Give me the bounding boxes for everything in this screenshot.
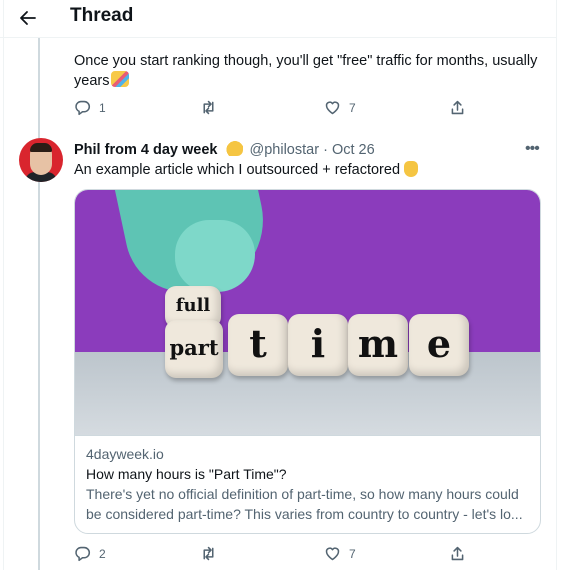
die-e: e (409, 314, 469, 376)
reply-count: 2 (99, 546, 106, 561)
thread-view: Thread Once you start ranking though, yo… (0, 0, 570, 570)
card-domain: 4dayweek.io (86, 446, 164, 462)
party-face-emoji-icon (111, 71, 130, 87)
card-description-line1: There's yet no official definition of pa… (86, 486, 519, 502)
author-name[interactable]: Phil from 4 day week (74, 142, 217, 158)
tweet-body: An example article which I outsourced + … (74, 162, 401, 178)
more-options-button[interactable]: ••• (525, 140, 540, 158)
tweet-header: Phil from 4 day week @philostar · Oct 26 (74, 140, 375, 158)
die-m: m (348, 314, 408, 376)
tweet-actions: 1 7 (74, 99, 469, 121)
card-meta: 4dayweek.io How many hours is "Part Time… (75, 435, 540, 533)
reply-button[interactable]: 2 (74, 545, 106, 562)
column-border-left (3, 0, 4, 570)
page-title: Thread (70, 5, 134, 26)
arrow-left-icon (20, 11, 36, 25)
avatar[interactable] (19, 138, 63, 182)
retweet-icon (203, 546, 214, 561)
share-button[interactable] (449, 99, 466, 116)
more-dots-icon: ••• (525, 140, 540, 157)
author-handle[interactable]: @philostar (250, 142, 320, 158)
card-description-line2: be considered part-time? This varies fro… (86, 506, 523, 522)
reply-button[interactable]: 1 (74, 99, 106, 116)
heart-icon (325, 547, 340, 561)
share-icon (451, 100, 464, 115)
tweet-text: An example article which I outsourced + … (74, 160, 419, 180)
column-border-right (556, 0, 557, 570)
like-button[interactable]: 7 (324, 545, 356, 562)
tweet-actions: 2 7 (74, 545, 469, 567)
back-button[interactable] (18, 6, 42, 30)
like-button[interactable]: 7 (324, 99, 356, 116)
reply-count: 1 (99, 100, 106, 115)
die-i: i (288, 314, 348, 376)
like-count: 7 (349, 546, 356, 561)
retweet-button[interactable] (200, 99, 217, 116)
die-part: part (165, 320, 223, 378)
retweet-button[interactable] (200, 545, 217, 562)
heart-icon (325, 101, 340, 115)
thread-header: Thread (0, 0, 557, 38)
die-t: t (228, 314, 288, 376)
share-button[interactable] (449, 545, 466, 562)
separator-dot: · (323, 142, 328, 158)
thread-connector-line (38, 38, 40, 570)
reply-icon (75, 100, 90, 116)
tweet-text: Once you start ranking though, you'll ge… (74, 51, 544, 91)
pointing-down-emoji-icon (404, 161, 419, 177)
share-icon (451, 546, 464, 561)
waving-hand-emoji-icon (223, 140, 244, 156)
card-title: How many hours is "Part Time"? (86, 466, 287, 482)
like-count: 7 (349, 100, 356, 115)
card-image[interactable]: full part t i m e (75, 190, 540, 435)
reply-icon (75, 546, 90, 562)
tweet-text-line2: years (74, 73, 110, 89)
tweet-text-line1: Once you start ranking though, you'll ge… (74, 53, 538, 69)
link-preview-card[interactable]: full part t i m e 4dayweek.io How many h… (74, 189, 541, 534)
tweet-date[interactable]: Oct 26 (332, 142, 375, 158)
retweet-icon (203, 100, 214, 115)
